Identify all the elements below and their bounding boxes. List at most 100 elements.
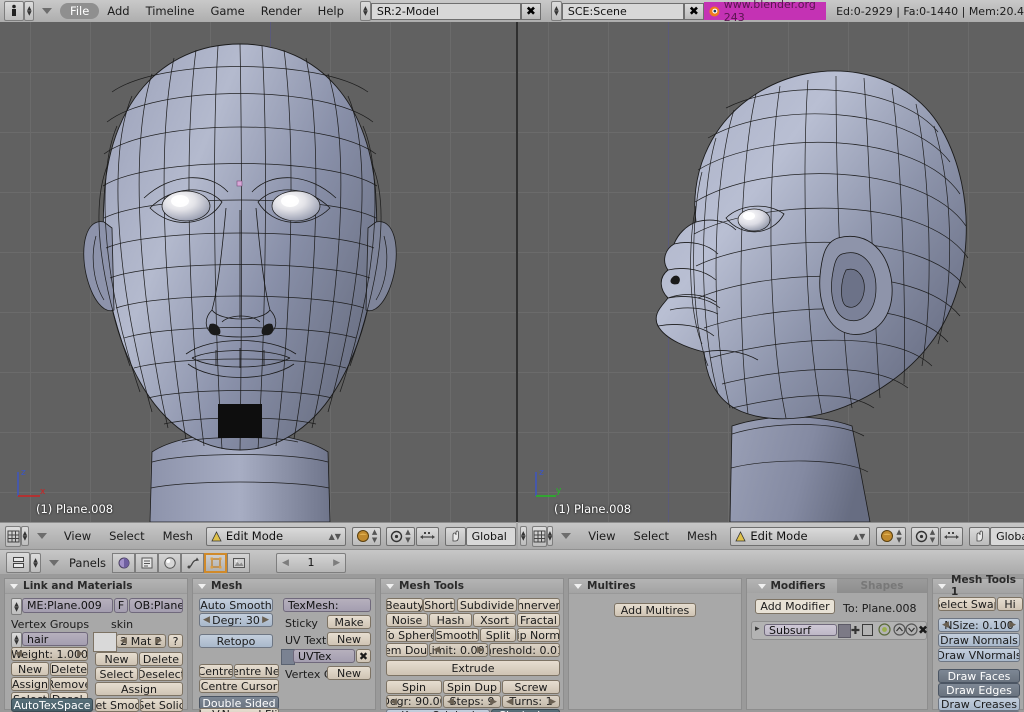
vp-menu-select-front[interactable]: Select <box>100 529 153 543</box>
screw-button[interactable]: Screw <box>502 680 560 694</box>
object-name-field[interactable]: OB:Plane.008 <box>129 598 183 613</box>
manipulator-front[interactable] <box>415 526 439 546</box>
page-next-icon[interactable]: ▶ <box>333 558 340 568</box>
uvtex-delete-button[interactable]: ✖ <box>356 649 371 663</box>
fake-user-button[interactable]: F <box>114 598 128 613</box>
set-smooth-button[interactable]: Set Smoot <box>95 698 139 712</box>
panel-header-mesh-tools-1[interactable]: Mesh Tools 1 <box>933 574 1023 598</box>
threshold-slider[interactable]: Threshold: 0.010 <box>489 643 560 657</box>
select-swap-button[interactable]: Select Swap <box>938 597 996 611</box>
mode-selector-front[interactable]: Edit Mode ▲▼ <box>205 526 346 546</box>
panel-collapse-icon[interactable] <box>758 583 767 589</box>
orientation-side[interactable]: Global <box>990 526 1024 546</box>
mat-select-button[interactable]: Select <box>95 667 138 681</box>
draw-vnormals-toggle[interactable]: Draw VNormals <box>938 648 1020 662</box>
draw-type-front[interactable]: ▲ ▼ <box>351 526 382 546</box>
shading-icon[interactable] <box>158 552 182 573</box>
script-icon[interactable] <box>227 552 251 573</box>
manipulator-side[interactable] <box>940 526 964 546</box>
screen-name-field[interactable]: SR:2-Model <box>370 2 521 20</box>
vg-assign-button[interactable]: Assign <box>11 677 49 691</box>
spin-degr-slider[interactable]: ◀Degr: 90.00 <box>386 695 442 708</box>
viewport-front[interactable]: z x (1) Plane.008 <box>0 22 516 522</box>
orientation-hand-side[interactable] <box>969 526 991 546</box>
delete-screen-button[interactable]: ✖ <box>520 2 541 20</box>
collapse-menu-icon[interactable] <box>42 8 53 14</box>
mesh-browse-spinner[interactable]: ▲ ▼ <box>11 598 22 615</box>
spin-steps-slider[interactable]: ◀ Steps: 9 ▶ <box>443 695 501 708</box>
add-modifier-button[interactable]: Add Modifier <box>755 599 835 614</box>
draw-faces-toggle[interactable]: Draw Faces <box>938 669 1020 683</box>
physics-icon[interactable] <box>181 552 205 573</box>
scene-browse-spinner[interactable]: ▲ ▼ <box>550 1 562 21</box>
tab-modifiers[interactable]: Modifiers <box>747 579 837 593</box>
weight-slider[interactable]: ◀ Weight: 1.000 ▶ <box>11 647 88 661</box>
buttons-window-icon[interactable] <box>6 552 30 573</box>
to-sphere-button[interactable]: To Sphere <box>386 628 434 642</box>
panel-header-link-and-materials[interactable]: Link and Materials <box>5 579 187 594</box>
limit-slider[interactable]: ◀Limit: 0.001▶ <box>429 643 488 657</box>
pivot-side[interactable]: ▲ ▼ <box>910 526 940 546</box>
scene-icon[interactable] <box>112 552 136 573</box>
draw-normals-toggle[interactable]: Draw Normals <box>938 633 1020 647</box>
modifier-expand-icon[interactable]: ▸ <box>755 624 760 634</box>
set-solid-button[interactable]: Set Solid <box>140 698 183 712</box>
panel-collapse-icon[interactable] <box>198 583 206 589</box>
auto-smooth-toggle[interactable]: Auto Smooth <box>199 598 273 612</box>
tab-shapes[interactable]: Shapes <box>837 579 927 593</box>
no-vnormal-flip-toggle[interactable]: No V.Normal Flip <box>199 708 279 712</box>
menu-game[interactable]: Game <box>202 3 252 19</box>
add-multires-button[interactable]: Add Multires <box>614 603 696 617</box>
spin-button[interactable]: Spin <box>386 680 442 694</box>
editor-type-spinner-front[interactable]: ▲ ▼ <box>21 526 29 546</box>
collapse-menu-icon-side[interactable] <box>561 533 572 539</box>
material-index-selector[interactable]: ◀ 2 Mat 2 ▶ <box>116 634 166 648</box>
editmode-toggle-icon[interactable] <box>862 624 873 636</box>
editor-type-icon-side[interactable] <box>531 525 547 547</box>
object-icon[interactable] <box>135 552 159 573</box>
panel-header-mesh[interactable]: Mesh <box>193 579 375 594</box>
cage-toggle-icon[interactable] <box>878 623 891 636</box>
menu-render[interactable]: Render <box>253 3 310 19</box>
panel-collapse-icon[interactable] <box>938 583 946 589</box>
spin-dup-button[interactable]: Spin Dup <box>443 680 501 694</box>
pivot-front[interactable]: ▲ ▼ <box>386 526 415 546</box>
noise-button[interactable]: Noise <box>386 613 428 627</box>
panel-collapse-icon[interactable] <box>574 583 582 589</box>
menu-help[interactable]: Help <box>310 3 352 19</box>
draw-edges-toggle[interactable]: Draw Edges <box>938 683 1020 697</box>
beauty-toggle[interactable]: Beauty <box>386 598 423 612</box>
fractal-button[interactable]: Fractal <box>517 613 560 627</box>
short-toggle[interactable]: Short <box>423 598 455 612</box>
spin-turns-slider[interactable]: ◀ Turns: 1 ▶ <box>502 695 560 708</box>
nsize-slider[interactable]: ◀ NSize: 0.100 ▶ <box>938 618 1020 632</box>
texmesh-field[interactable]: TexMesh: <box>283 598 371 612</box>
delete-scene-button[interactable]: ✖ <box>683 2 704 20</box>
smooth-button[interactable]: Smooth <box>435 628 479 642</box>
panels-menu[interactable]: Panels <box>67 556 112 570</box>
vg-remove-button[interactable]: Remove <box>50 677 88 691</box>
screen-browse-spinner[interactable]: ▲ ▼ <box>359 1 371 21</box>
collapse-menu-icon-front[interactable] <box>36 533 47 539</box>
page-prev-icon[interactable]: ◀ <box>282 558 289 568</box>
material-color-swatch[interactable] <box>93 632 117 652</box>
vg-delete-button[interactable]: Delete <box>50 662 88 676</box>
autotexspace-toggle[interactable]: AutoTexSpace <box>11 698 93 712</box>
buttons-window-spinner[interactable]: ▲ ▼ <box>30 552 41 573</box>
vertex-group-browse-spinner[interactable]: ▲ ▼ <box>11 632 22 648</box>
vp-menu-view-side[interactable]: View <box>579 529 624 543</box>
centre-new-button[interactable]: Centre New <box>234 664 279 678</box>
draw-type-side[interactable]: ▲ ▼ <box>876 526 906 546</box>
sticky-make-button[interactable]: Make <box>327 615 371 629</box>
flip-normal-button[interactable]: Flip Normal <box>517 628 560 642</box>
menu-add[interactable]: Add <box>99 3 137 19</box>
panel-header-mesh-tools[interactable]: Mesh Tools <box>381 579 563 594</box>
panel-header-multires[interactable]: Multires <box>569 579 741 594</box>
mat-deselect-button[interactable]: Deselect <box>139 667 183 681</box>
rem-doubles-button[interactable]: Rem Doubl <box>386 643 428 657</box>
vertex-group-field[interactable]: hair <box>22 632 88 646</box>
vp-menu-mesh-front[interactable]: Mesh <box>154 529 202 543</box>
viewport-side[interactable]: z y (1) Plane.008 <box>518 22 1024 522</box>
vp-menu-mesh-side[interactable]: Mesh <box>678 529 726 543</box>
hide-button[interactable]: Hi <box>997 597 1023 611</box>
